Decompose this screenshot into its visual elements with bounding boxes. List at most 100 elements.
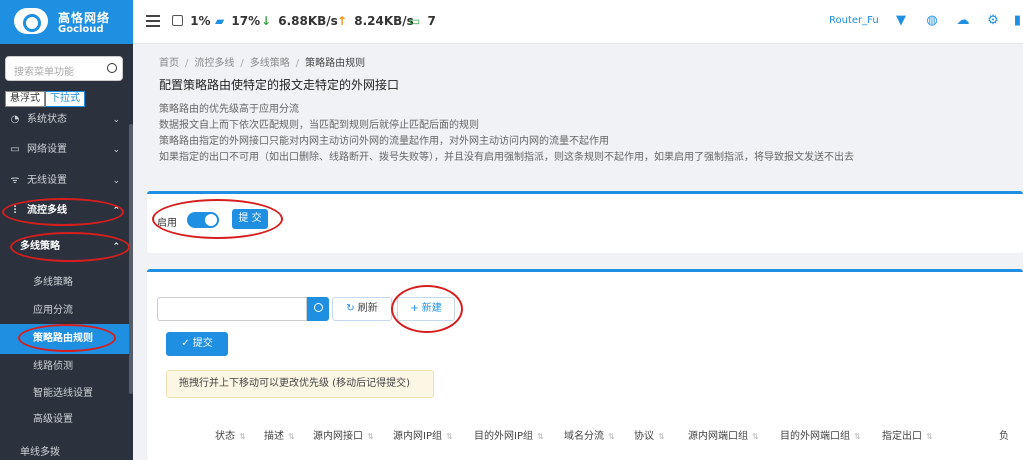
router-name-link[interactable]: Router_Fu [829,15,879,26]
brand-logo[interactable]: 高恪网络 Gocloud [0,0,133,44]
cpu-icon [172,15,183,26]
refresh-icon: ↻ [346,303,355,314]
check-icon: ✓ [181,338,190,349]
column-header[interactable]: 描述 ⇅ [264,427,295,442]
column-header[interactable]: 目的外网IP组 ⇅ [474,427,544,442]
sidebar-item-label: 流控多线 [27,205,67,216]
sidebar-item-label: 线路侦测 [33,361,73,372]
sidebar-item-status[interactable]: ◔ 系统状态 ⌄ [0,105,133,135]
page-title: 配置策略路由使特定的报文走特定的外网接口 [159,78,400,92]
cloud-upload-icon[interactable]: ☁ [955,13,971,29]
sort-icon[interactable]: ⇅ [658,432,665,441]
sidebar-item-label: 无线设置 [27,175,67,186]
rules-search-input[interactable] [157,297,307,321]
refresh-button[interactable]: ↻ 刷新 [332,297,392,321]
chevron-up-icon: ⌃ [112,242,120,252]
sort-icon[interactable]: ⇅ [446,432,453,441]
sidebar-item-multiwan[interactable]: ⫶ 流控多线 ⌃ [0,196,133,226]
monitor-icon: ▭ [10,144,20,155]
sort-icon[interactable]: ⇅ [854,432,861,441]
menu-search-input[interactable]: 搜索菜单功能 [5,56,123,81]
sort-icon[interactable]: ⇅ [239,432,246,441]
sidebar-item-line-detect[interactable]: 线路侦测 [0,352,133,382]
sort-icon[interactable]: ⇅ [367,432,374,441]
sidebar-item-sub-policy[interactable]: 多线策略 [0,268,133,298]
breadcrumb-home[interactable]: 首页 [159,58,179,69]
enable-toggle[interactable] [187,212,219,228]
page-desc-line: 如果指定的出口不可用（如出口删除、线路断开、拨号失败等），并且没有启用强制指派，… [159,152,854,163]
chevron-down-icon: ⌄ [112,176,120,186]
upload-value: 8.24KB/s [354,14,414,28]
download-arrow-icon: ↓ [261,14,272,28]
rules-card: ↻ 刷新 + 新建 ✓ 提交 拖拽行并上下移动可以更改优先级 (移动后记得提交)… [147,269,1023,460]
chevron-up-icon: ⌃ [112,206,120,216]
gear-icon[interactable]: ⚙ [985,13,1001,29]
sidebar-item-label: 智能选线设置 [33,388,93,399]
submit-label: 提交 [192,338,213,349]
sidebar-item-wireless[interactable]: ᯤ 无线设置 ⌄ [0,166,133,196]
search-button[interactable] [307,297,329,321]
rules-submit-button[interactable]: ✓ 提交 [166,332,228,356]
page-desc-line: 策略路由指定的外网接口只能对内网主动访问外网的流量起作用，对外网主动访问内网的流… [159,136,609,147]
memory-value: 17% [231,14,261,28]
sort-icon[interactable]: ⇅ [288,432,295,441]
memory-stat: ▰ 17% [215,14,260,28]
devices-stat: ▭ 7 [409,14,436,28]
dashboard-icon: ◔ [10,114,20,125]
sort-icon[interactable]: ⇅ [608,432,615,441]
upload-arrow-icon: ↑ [337,14,348,28]
column-header[interactable]: 域名分流 ⇅ [564,427,615,442]
column-header[interactable]: 源内网端口组 ⇅ [688,427,759,442]
sidebar-item-label: 多线策略 [33,277,73,288]
shirt-icon[interactable]: ▼ [893,13,909,29]
menu-toggle-icon[interactable] [146,15,160,27]
upload-stat: ↑ 8.24KB/s [337,14,414,28]
column-header[interactable]: 状态 ⇅ [215,427,246,442]
sidebar-item-policy-route[interactable]: 策略路由规则 [0,324,133,354]
column-header[interactable]: 目的外网端口组 ⇅ [780,427,861,442]
column-header[interactable]: 协议 ⇅ [634,427,665,442]
column-header[interactable]: 源内网接口 ⇅ [313,427,374,442]
sidebar-item-network[interactable]: ▭ 网络设置 ⌄ [0,135,133,165]
chevron-down-icon: ⌄ [112,115,120,125]
sidebar-item-label: 网络设置 [27,144,67,155]
more-icon[interactable]: ▮ [1012,13,1023,29]
sidebar-item-policy[interactable]: 多线策略 ⌃ [0,232,133,262]
sidebar-item-app-split[interactable]: 应用分流 [0,296,133,326]
sidebar: 搜索菜单功能 悬浮式 下拉式 ◔ 系统状态 ⌄ ▭ 网络设置 ⌄ ᯤ 无线设置 ⌄ ⫶ 流控多… [0,44,133,460]
sort-icon[interactable]: ⇅ [926,432,933,441]
breadcrumb-sep: / [295,58,300,69]
new-rule-button[interactable]: + 新建 [397,297,455,321]
sidebar-item-single-multi[interactable]: 单线多拨 [0,438,133,460]
plus-icon: + [410,303,419,314]
sidebar-item-label: 系统状态 [27,114,67,125]
refresh-label: 刷新 [357,303,378,314]
breadcrumb-current: 策略路由规则 [305,58,366,69]
sidebar-item-label: 策略路由规则 [33,333,93,344]
breadcrumb-policy[interactable]: 多线策略 [250,58,290,69]
search-icon[interactable] [107,63,117,73]
brand-name-en: Gocloud [58,24,104,35]
breadcrumb-multiwan[interactable]: 流控多线 [194,58,234,69]
wifi-icon: ᯤ [10,175,20,186]
sort-icon[interactable]: ⇅ [537,432,544,441]
sidebar-item-label: 高级设置 [33,414,73,425]
top-bar: 高恪网络 Gocloud 1% ▰ 17% ↓ 6.88KB/s ↑ 8.24K… [0,0,1023,44]
column-header[interactable]: 负 [999,427,1021,442]
enable-card: 启用 提 交 [147,191,1023,253]
sort-icon[interactable]: ⇅ [752,432,759,441]
breadcrumb-sep: / [185,58,189,69]
search-icon [313,303,323,312]
page-desc-line: 策略路由的优先级高于应用分流 [159,104,299,115]
download-value: 6.88KB/s [278,14,338,28]
cpu-stat: 1% [172,14,211,28]
monitor-icon: ▭ [409,14,421,28]
enable-submit-button[interactable]: 提 交 [232,209,268,229]
enable-label: 启用 [157,218,177,229]
column-header[interactable]: 源内网IP组 ⇅ [393,427,453,442]
column-header[interactable]: 指定出口 ⇅ [882,427,933,442]
globe-icon[interactable]: ◍ [924,13,940,29]
breadcrumb-sep: / [240,58,244,69]
sidebar-item-advanced[interactable]: 高级设置 [0,405,133,435]
sidebar-item-label: 多线策略 [20,241,60,252]
